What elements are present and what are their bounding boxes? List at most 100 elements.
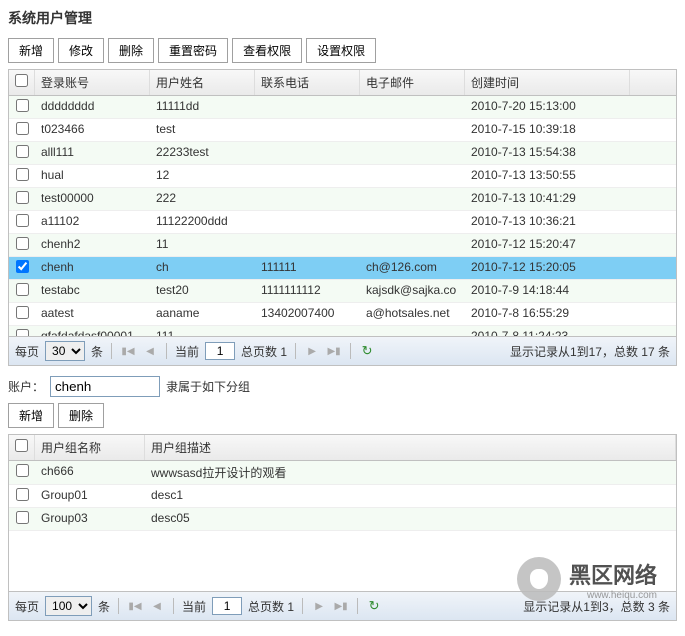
header-created[interactable]: 创建时间 [465, 70, 630, 95]
group-select-all-checkbox[interactable] [15, 439, 28, 452]
refresh-icon[interactable]: ↻ [359, 343, 375, 359]
row-checkbox[interactable] [16, 191, 29, 204]
cell-group-desc: desc1 [145, 485, 676, 507]
watermark-sub: www.heiqu.com [569, 590, 657, 601]
table-row[interactable]: Group03desc05 [9, 508, 676, 531]
cell-phone [255, 326, 360, 336]
row-checkbox[interactable] [16, 122, 29, 135]
current-page-input[interactable] [212, 597, 242, 615]
cell-login: hual [35, 165, 150, 187]
cell-phone [255, 142, 360, 164]
cell-created: 2010-7-15 10:39:18 [465, 119, 630, 141]
last-page-icon[interactable]: ▶▮ [333, 598, 349, 614]
account-row: 账户： 隶属于如下分组 [8, 376, 677, 397]
cell-login: dddddddd [35, 96, 150, 118]
row-checkbox[interactable] [16, 306, 29, 319]
view-permission-button[interactable]: 查看权限 [232, 38, 302, 63]
per-page-select[interactable]: 100 [45, 596, 92, 616]
row-checkbox[interactable] [16, 214, 29, 227]
group-delete-button[interactable]: 删除 [58, 403, 104, 428]
add-button[interactable]: 新增 [8, 38, 54, 63]
group-toolbar: 新增 删除 [8, 403, 677, 428]
cell-phone [255, 234, 360, 256]
table-row[interactable]: chenh2112010-7-12 15:20:47 [9, 234, 676, 257]
header-group-desc[interactable]: 用户组描述 [145, 435, 676, 460]
per-page-select[interactable]: 30 [45, 341, 85, 361]
cell-login: chenh [35, 257, 150, 279]
edit-button[interactable]: 修改 [58, 38, 104, 63]
row-checkbox[interactable] [16, 145, 29, 158]
users-grid: 登录账号 用户姓名 联系电话 电子邮件 创建时间 dddddddd11111dd… [8, 69, 677, 337]
cell-login: test00000 [35, 188, 150, 210]
cell-email [360, 188, 465, 210]
users-grid-body[interactable]: dddddddd11111dd2010-7-20 15:13:00t023466… [9, 96, 676, 336]
current-page-input[interactable] [205, 342, 235, 360]
cell-group-name: Group01 [35, 485, 145, 507]
cell-email: kajsdk@sajka.co [360, 280, 465, 302]
cell-username: test [150, 119, 255, 141]
row-checkbox[interactable] [16, 511, 29, 524]
pager-info: 显示记录从1到17，总数 17 条 [510, 343, 670, 360]
cell-login: a11102 [35, 211, 150, 233]
account-input[interactable] [50, 376, 160, 397]
cell-created: 2010-7-20 15:13:00 [465, 96, 630, 118]
header-phone[interactable]: 联系电话 [255, 70, 360, 95]
cell-phone: 1111111112 [255, 280, 360, 302]
row-checkbox[interactable] [16, 488, 29, 501]
group-header-checkbox-col [9, 435, 35, 460]
row-checkbox[interactable] [16, 283, 29, 296]
cell-created: 2010-7-13 10:41:29 [465, 188, 630, 210]
cell-created: 2010-7-13 10:36:21 [465, 211, 630, 233]
first-page-icon[interactable]: ▮◀ [120, 343, 136, 359]
reset-password-button[interactable]: 重置密码 [158, 38, 228, 63]
account-label: 账户： [8, 378, 44, 395]
cell-email [360, 326, 465, 336]
group-add-button[interactable]: 新增 [8, 403, 54, 428]
table-row[interactable]: test000002222010-7-13 10:41:29 [9, 188, 676, 211]
row-checkbox[interactable] [16, 237, 29, 250]
cell-email [360, 165, 465, 187]
row-checkbox[interactable] [16, 168, 29, 181]
table-row[interactable]: hual122010-7-13 13:50:55 [9, 165, 676, 188]
table-row[interactable]: Group01desc1 [9, 485, 676, 508]
row-checkbox[interactable] [16, 329, 29, 336]
table-row[interactable]: alll11122233test2010-7-13 15:54:38 [9, 142, 676, 165]
table-row[interactable]: a1110211122200ddd2010-7-13 10:36:21 [9, 211, 676, 234]
row-checkbox[interactable] [16, 99, 29, 112]
next-page-icon[interactable]: ▶ [304, 343, 320, 359]
table-row[interactable]: t023466test2010-7-15 10:39:18 [9, 119, 676, 142]
prev-page-icon[interactable]: ◀ [149, 598, 165, 614]
table-row[interactable]: testabctest201111111112kajsdk@sajka.co20… [9, 280, 676, 303]
groups-grid-header: 用户组名称 用户组描述 [9, 435, 676, 461]
table-row[interactable]: dddddddd11111dd 2010-7-20 15:13:00 [9, 96, 676, 119]
header-email[interactable]: 电子邮件 [360, 70, 465, 95]
header-group-name[interactable]: 用户组名称 [35, 435, 145, 460]
cell-username: 11111dd [150, 96, 255, 118]
row-checkbox[interactable] [16, 260, 29, 273]
account-suffix: 隶属于如下分组 [166, 378, 250, 395]
last-page-icon[interactable]: ▶▮ [326, 343, 342, 359]
next-page-icon[interactable]: ▶ [311, 598, 327, 614]
table-row[interactable]: gfafdafdasf000011112010-7-8 11:24:23 [9, 326, 676, 336]
cell-email [360, 119, 465, 141]
header-username[interactable]: 用户姓名 [150, 70, 255, 95]
cell-group-name: ch666 [35, 461, 145, 484]
first-page-icon[interactable]: ▮◀ [127, 598, 143, 614]
cell-phone [255, 165, 360, 187]
table-row[interactable]: ch666wwwsasd拉开设计的观看 [9, 461, 676, 485]
cell-group-name: Group03 [35, 508, 145, 530]
delete-button[interactable]: 删除 [108, 38, 154, 63]
per-page-label: 每页 [15, 343, 39, 360]
set-permission-button[interactable]: 设置权限 [306, 38, 376, 63]
cell-phone: 111111 [255, 257, 360, 279]
refresh-icon[interactable]: ↻ [366, 598, 382, 614]
cell-username: 22233test [150, 142, 255, 164]
prev-page-icon[interactable]: ◀ [142, 343, 158, 359]
total-pages-label: 总页数 1 [248, 598, 294, 615]
cell-login: testabc [35, 280, 150, 302]
table-row[interactable]: aatestaaname13402007400a@hotsales.net201… [9, 303, 676, 326]
select-all-checkbox[interactable] [15, 74, 28, 87]
header-login[interactable]: 登录账号 [35, 70, 150, 95]
table-row[interactable]: chenhch111111ch@126.com2010-7-12 15:20:0… [9, 257, 676, 280]
row-checkbox[interactable] [16, 464, 29, 477]
